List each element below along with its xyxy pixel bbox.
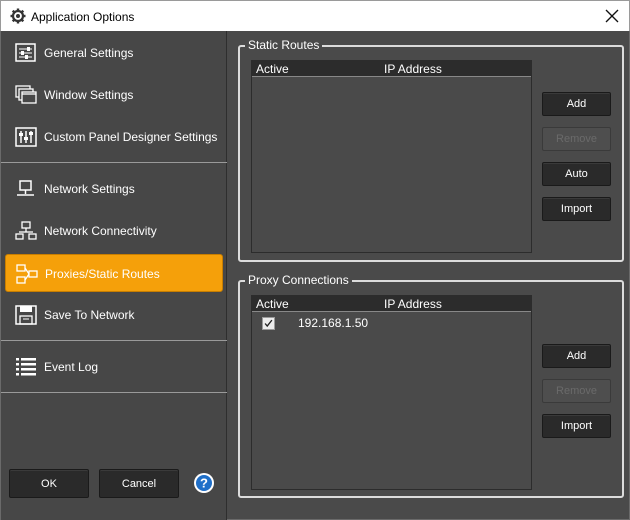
sidebar-divider [1,340,227,341]
static-add-button[interactable]: Add [542,92,611,116]
svg-text:?: ? [200,476,208,491]
static-auto-button[interactable]: Auto [542,162,611,186]
proxy-import-button[interactable]: Import [542,414,611,438]
list-header: Active IP Address [252,61,531,77]
sidebar-item-label: Window Settings [44,88,134,102]
static-routes-list[interactable]: Active IP Address [251,60,532,253]
static-routes-group: Static Routes Active IP Address Add Remo… [238,38,624,262]
active-checkbox[interactable] [262,317,275,330]
sidebar-item-label: Network Settings [44,182,135,196]
close-icon[interactable] [603,7,621,25]
gear-icon [10,8,26,24]
sidebar-item-event-log[interactable]: Event Log [5,348,223,386]
help-icon[interactable]: ? [193,472,215,494]
sidebar-item-label: Custom Panel Designer Settings [44,130,218,144]
window-title: Application Options [31,10,135,24]
sidebar-item-network-settings[interactable]: Network Settings [5,170,223,208]
sidebar-item-general-settings[interactable]: General Settings [5,34,223,72]
panel-designer-icon [15,127,37,147]
proxy-connections-list[interactable]: Active IP Address 192.168.1.50 [251,295,532,490]
options-window: General Settings Window Settings Custom … [0,31,630,520]
column-header-active[interactable]: Active [256,62,289,76]
static-import-button[interactable]: Import [542,197,611,221]
sidebar-item-proxies-static-routes[interactable]: Proxies/Static Routes [5,254,223,292]
proxy-remove-button[interactable]: Remove [542,379,611,403]
sidebar-item-window-settings[interactable]: Window Settings [5,76,223,114]
sidebar-item-label: Event Log [44,360,99,374]
ok-button[interactable]: OK [9,469,89,498]
proxy-connections-title: Proxy Connections [245,273,352,287]
cancel-button[interactable]: Cancel [99,469,179,498]
sidebar: General Settings Window Settings Custom … [1,31,227,520]
sidebar-item-network-connectivity[interactable]: Network Connectivity [5,212,223,250]
event-log-icon [16,358,36,376]
proxies-icon [16,264,38,284]
static-remove-button[interactable]: Remove [542,127,611,151]
save-to-network-icon [15,305,37,325]
sidebar-item-label: Network Connectivity [44,224,157,238]
sidebar-item-label: Save To Network [44,308,135,322]
sidebar-item-custom-panel-designer[interactable]: Custom Panel Designer Settings [5,118,223,156]
ip-address-cell: 192.168.1.50 [298,316,369,330]
title-bar: Application Options [0,0,630,31]
proxy-add-button[interactable]: Add [542,344,611,368]
static-routes-title: Static Routes [245,38,323,52]
window-settings-icon [15,85,37,104]
column-header-ip-address[interactable]: IP Address [384,62,442,76]
sidebar-divider [1,162,227,163]
column-header-ip-address[interactable]: IP Address [384,297,442,311]
network-settings-icon [17,180,34,196]
list-header: Active IP Address [252,296,531,312]
sidebar-item-label: Proxies/Static Routes [45,267,160,281]
table-row[interactable]: 192.168.1.50 [252,316,531,332]
sidebar-item-label: General Settings [44,46,134,60]
sidebar-item-save-to-network[interactable]: Save To Network [5,296,223,334]
sidebar-divider [1,392,227,393]
proxy-connections-group: Proxy Connections Active IP Address 192.… [238,273,624,498]
column-header-active[interactable]: Active [256,297,289,311]
general-settings-icon [15,43,36,62]
network-connectivity-icon [15,221,37,240]
